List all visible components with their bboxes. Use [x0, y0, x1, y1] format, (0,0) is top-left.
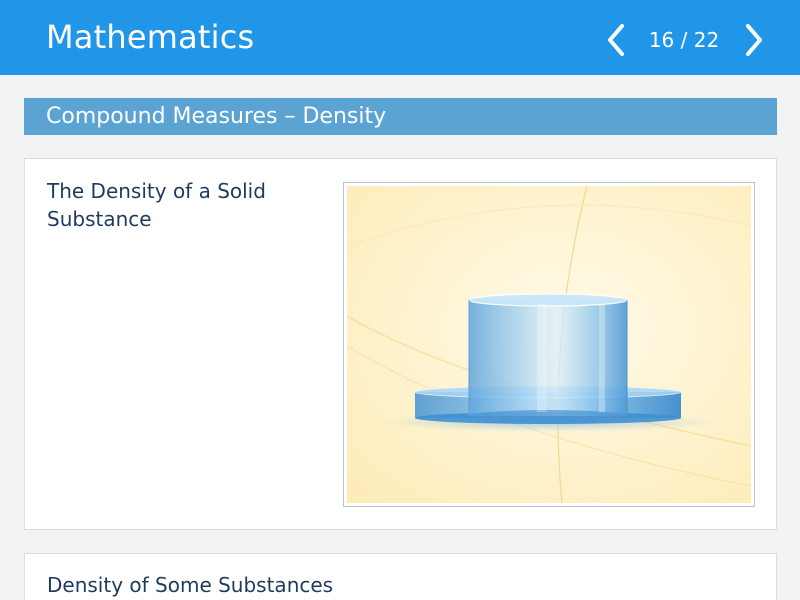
content-card: Density of Some Substances — [24, 553, 777, 600]
top-bar: Mathematics 16 / 22 — [0, 0, 800, 75]
chevron-right-icon — [746, 24, 762, 56]
card-title: Density of Some Substances — [47, 573, 334, 597]
chevron-left-icon — [608, 24, 624, 56]
page-counter: 16 / 22 — [648, 28, 720, 52]
previous-page-button[interactable] — [600, 20, 632, 60]
section-title: Compound Measures – Density — [46, 104, 387, 129]
next-page-button[interactable] — [738, 20, 770, 60]
section-header: Compound Measures – Density — [24, 98, 777, 135]
density-figure — [343, 182, 755, 507]
stacked-glass-cylinders-illustration — [347, 186, 751, 503]
app-title: Mathematics — [46, 18, 255, 56]
content-card: The Density of a Solid Substance — [24, 158, 777, 530]
card-title: The Density of a Solid Substance — [47, 179, 266, 231]
